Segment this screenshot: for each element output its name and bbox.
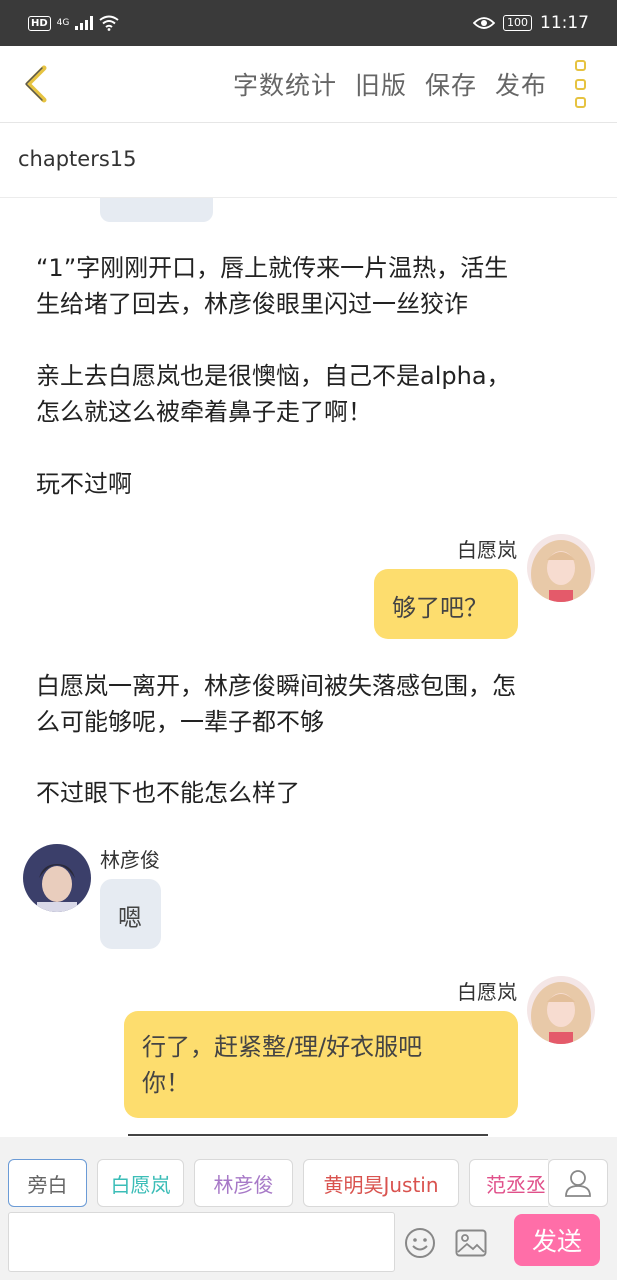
more-menu-icon[interactable] xyxy=(575,60,591,108)
role-chip-bai-yuanlan[interactable]: 白愿岚 xyxy=(97,1159,184,1207)
narration-block[interactable]: 白愿岚一离开，林彦俊瞬间被失落感包围，怎 么可能够呢，一辈子都不够 xyxy=(36,668,586,740)
role-selector: 旁白 白愿岚 林彦俊 黄明昊Justin 范丞丞 xyxy=(8,1159,548,1207)
avatar[interactable] xyxy=(23,844,91,912)
signal-icon xyxy=(75,16,94,30)
speaker-name: 林彦俊 xyxy=(100,848,160,872)
battery-indicator: 100 xyxy=(503,15,532,31)
clock: 11:17 xyxy=(540,13,589,33)
divider xyxy=(128,1134,488,1136)
chapter-title-bar[interactable]: chapters15 xyxy=(0,123,617,198)
message-bubble[interactable]: 行了，赶紧整/理/好衣服吧 你！ xyxy=(124,1011,518,1118)
chat-content[interactable]: “1”字刚刚开口，唇上就传来一片温热，活生 生给堵了回去，林彦俊眼里闪过一丝狡诈… xyxy=(0,198,617,1136)
composer-panel: 旁白 白愿岚 林彦俊 黄明昊Justin 范丞丞 发送 xyxy=(0,1137,617,1280)
network-type: 4G xyxy=(56,18,70,28)
old-version-button[interactable]: 旧版 xyxy=(355,66,407,102)
hd-icon: HD xyxy=(28,15,51,31)
role-chip-fan-chengcheng[interactable]: 范丞丞 xyxy=(469,1159,548,1207)
back-chevron-icon[interactable] xyxy=(18,64,58,104)
save-button[interactable]: 保存 xyxy=(425,66,477,102)
narration-block[interactable]: “1”字刚刚开口，唇上就传来一片温热，活生 生给堵了回去，林彦俊眼里闪过一丝狡诈 xyxy=(36,250,586,322)
publish-button[interactable]: 发布 xyxy=(495,66,547,102)
narration-block[interactable]: 亲上去白愿岚也是很懊恼，自己不是alpha， 怎么就这么被牵着鼻子走了啊！ xyxy=(36,358,586,430)
avatar[interactable] xyxy=(527,534,595,602)
image-icon[interactable] xyxy=(455,1229,487,1257)
send-button[interactable]: 发送 xyxy=(514,1214,600,1266)
narration-block[interactable]: 玩不过啊 xyxy=(36,466,586,502)
word-count-button[interactable]: 字数统计 xyxy=(233,66,337,102)
avatar[interactable] xyxy=(527,976,595,1044)
chapter-title: chapters15 xyxy=(18,147,137,171)
role-chip-narration[interactable]: 旁白 xyxy=(8,1159,87,1207)
message-bubble[interactable]: 够了吧？ xyxy=(374,569,518,639)
contact-icon[interactable] xyxy=(548,1159,608,1207)
eye-icon xyxy=(473,17,495,29)
narration-block[interactable]: 不过眼下也不能怎么样了 xyxy=(36,775,586,811)
top-toolbar: 字数统计 旧版 保存 发布 xyxy=(0,46,617,123)
speaker-name: 白愿岚 xyxy=(457,980,517,1004)
wifi-icon xyxy=(99,15,119,31)
role-chip-lin-yanjun[interactable]: 林彦俊 xyxy=(194,1159,293,1207)
emoji-icon[interactable] xyxy=(404,1227,436,1259)
speaker-name: 白愿岚 xyxy=(457,538,517,562)
partial-bubble xyxy=(100,198,213,222)
message-bubble[interactable]: 嗯 xyxy=(100,879,161,949)
message-input[interactable] xyxy=(8,1212,395,1272)
role-chip-huang-minghao[interactable]: 黄明昊Justin xyxy=(303,1159,459,1207)
status-bar: HD 4G 100 11:17 xyxy=(0,0,617,46)
